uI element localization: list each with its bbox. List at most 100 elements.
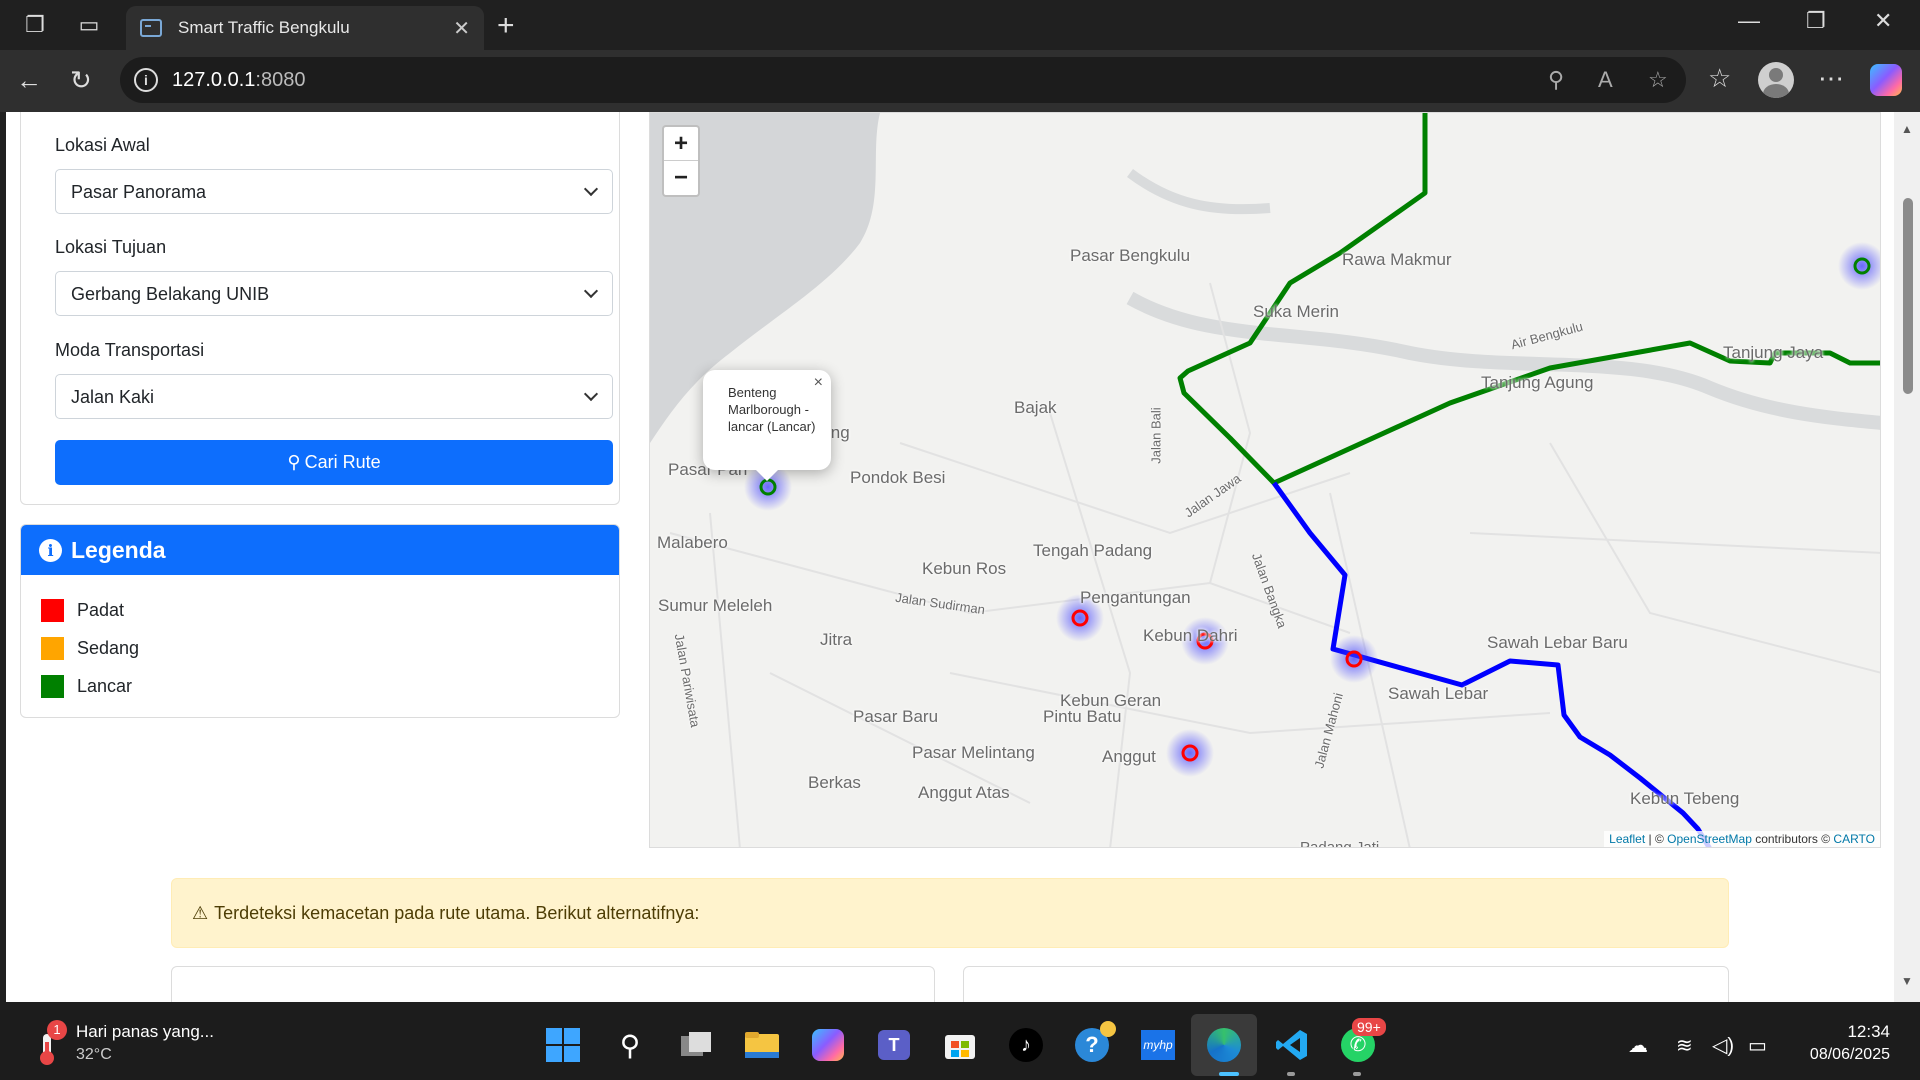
- transport-mode-value: Jalan Kaki: [71, 387, 155, 407]
- edge-icon[interactable]: [1204, 1025, 1244, 1065]
- clock-time[interactable]: 12:34: [1820, 1022, 1890, 1042]
- place-label: Berkas: [808, 773, 861, 792]
- minimize-icon[interactable]: —: [1738, 8, 1760, 34]
- scroll-up-icon[interactable]: ▲: [1901, 122, 1913, 136]
- onedrive-icon[interactable]: ☁: [1628, 1033, 1648, 1058]
- congestion-alert: ⚠ Terdeteksi kemacetan pada rute utama. …: [171, 878, 1729, 948]
- wifi-icon[interactable]: ≋: [1676, 1033, 1693, 1058]
- scroll-down-icon[interactable]: ▼: [1901, 974, 1913, 988]
- place-label: Kebun Dahri: [1143, 626, 1238, 645]
- legend-item-sedang: Sedang: [41, 636, 139, 660]
- popup-text: Benteng Marlborough - lancar (Lancar): [728, 385, 816, 434]
- tiktok-icon[interactable]: ♪: [1006, 1025, 1046, 1065]
- workspaces-icon[interactable]: ❐: [20, 10, 50, 40]
- myhp-icon[interactable]: myhp: [1138, 1025, 1178, 1065]
- destination-select[interactable]: Gerbang Belakang UNIB: [55, 271, 613, 316]
- attribution-separator: | ©: [1645, 832, 1668, 846]
- chevron-down-icon: [583, 386, 599, 402]
- zoom-icon[interactable]: ⚲: [1548, 67, 1564, 93]
- place-label: Sawah Lebar: [1388, 684, 1489, 703]
- leaflet-link[interactable]: Leaflet: [1609, 832, 1645, 846]
- place-label: Tanjung Jaya: [1723, 343, 1824, 362]
- battery-icon[interactable]: ▭: [1748, 1033, 1767, 1058]
- place-label: Anggut: [1102, 747, 1156, 766]
- back-icon[interactable]: ←: [16, 65, 42, 96]
- read-aloud-icon[interactable]: A: [1598, 67, 1613, 93]
- legend-swatch: [41, 674, 64, 698]
- alternative-route-card: [963, 966, 1729, 1002]
- carto-link[interactable]: CARTO: [1833, 832, 1875, 846]
- weather-title[interactable]: Hari panas yang...: [76, 1022, 214, 1042]
- vscode-icon[interactable]: [1272, 1025, 1312, 1065]
- place-label: Pintu Batu: [1043, 707, 1122, 726]
- zoom-in-button[interactable]: +: [664, 127, 698, 161]
- legend-header: i Legenda: [21, 525, 619, 575]
- map-attribution: Leaflet | © OpenStreetMap contributors ©…: [1604, 831, 1880, 847]
- warning-icon: ⚠: [192, 902, 209, 923]
- task-view-icon[interactable]: [676, 1025, 716, 1065]
- volume-icon[interactable]: ◁): [1712, 1033, 1734, 1058]
- search-icon[interactable]: ⚲: [610, 1025, 650, 1065]
- store-icon[interactable]: [940, 1025, 980, 1065]
- search-route-button[interactable]: ⚲ Cari Rute: [55, 440, 613, 485]
- place-label: Jitra: [820, 630, 853, 649]
- site-info-icon[interactable]: i: [134, 68, 158, 92]
- legend-label: Padat: [77, 599, 125, 620]
- place-label: Kebun Ros: [922, 559, 1007, 578]
- browser-tab-strip: ❐ ▭ Smart Traffic Bengkulu ✕ + — ❐ ✕: [0, 0, 1920, 50]
- place-label: Rawa Makmur: [1342, 250, 1452, 269]
- address-bar-row: ← ↻ i 127.0.0.1:8080 ⚲ A ☆ ☆ ⋯: [0, 50, 1920, 112]
- page-scrollbar[interactable]: ▲ ▼: [1894, 112, 1920, 1002]
- zoom-out-button[interactable]: −: [664, 161, 698, 195]
- tab-actions-icon[interactable]: ▭: [74, 10, 104, 40]
- running-indicator: [1353, 1072, 1361, 1076]
- favorites-icon[interactable]: ☆: [1708, 63, 1731, 94]
- get-help-icon[interactable]: ?: [1072, 1021, 1116, 1065]
- restore-icon[interactable]: ❐: [1806, 8, 1826, 34]
- place-label: Bajak: [1014, 398, 1057, 417]
- more-menu-icon[interactable]: ⋯: [1818, 63, 1844, 94]
- place-label: Tengah Padang: [1033, 541, 1153, 560]
- destination-value: Gerbang Belakang UNIB: [71, 284, 270, 304]
- transport-mode-select[interactable]: Jalan Kaki: [55, 374, 613, 419]
- clock-date[interactable]: 08/06/2025: [1790, 1046, 1890, 1064]
- popup-close-button[interactable]: ×: [814, 374, 823, 391]
- copilot-app-icon[interactable]: [808, 1025, 848, 1065]
- profile-avatar[interactable]: [1758, 62, 1794, 98]
- favorite-star-icon[interactable]: ☆: [1648, 67, 1668, 93]
- info-icon: i: [39, 538, 62, 562]
- legend-swatch: [41, 636, 64, 660]
- destination-label: Lokasi Tujuan: [55, 237, 167, 257]
- weather-temp[interactable]: 32°C: [76, 1046, 112, 1064]
- route-icon: ⚲: [287, 452, 301, 472]
- legend-card: i Legenda Padat Sedang Lancar: [20, 524, 620, 718]
- refresh-icon[interactable]: ↻: [70, 65, 92, 96]
- start-icon[interactable]: [543, 1025, 583, 1065]
- place-label: Sumur Meleleh: [658, 596, 773, 615]
- place-label: Pasar Melintang: [912, 743, 1035, 762]
- tab-title: Smart Traffic Bengkulu: [178, 18, 350, 37]
- place-label: Sawah Lebar Baru: [1487, 633, 1628, 652]
- taskbar: 1 Hari panas yang... 32°C ⚲ T ♪ ? myhp ✆…: [0, 1010, 1920, 1080]
- teams-icon[interactable]: T: [874, 1025, 914, 1065]
- url-host: 127.0.0.1: [172, 69, 256, 91]
- url-port: :8080: [255, 69, 306, 91]
- marker-popup: × Benteng Marlborough - lancar (Lancar): [703, 370, 831, 481]
- copilot-icon[interactable]: [1870, 64, 1902, 96]
- close-window-icon[interactable]: ✕: [1874, 8, 1892, 34]
- place-label: Tanjung Agung: [1481, 373, 1594, 392]
- place-label: Pengantungan: [1080, 588, 1191, 607]
- traffic-map[interactable]: Pasar Bengkulu Rawa Makmur Suka Merin Ta…: [649, 112, 1881, 848]
- legend-item-lancar: Lancar: [41, 674, 132, 698]
- file-explorer-icon[interactable]: [742, 1025, 782, 1065]
- place-label: Pasar Bengkulu: [1070, 246, 1191, 265]
- osm-link[interactable]: OpenStreetMap: [1667, 832, 1752, 846]
- start-location-value: Pasar Panorama: [71, 182, 207, 202]
- url-field[interactable]: i 127.0.0.1:8080 ⚲ A ☆: [120, 57, 1686, 103]
- scrollbar-thumb[interactable]: [1903, 198, 1913, 394]
- start-location-label: Lokasi Awal: [55, 135, 150, 155]
- start-location-select[interactable]: Pasar Panorama: [55, 169, 613, 214]
- browser-tab[interactable]: Smart Traffic Bengkulu ✕: [126, 6, 484, 50]
- new-tab-icon[interactable]: +: [497, 9, 515, 43]
- close-tab-icon[interactable]: ✕: [453, 16, 470, 41]
